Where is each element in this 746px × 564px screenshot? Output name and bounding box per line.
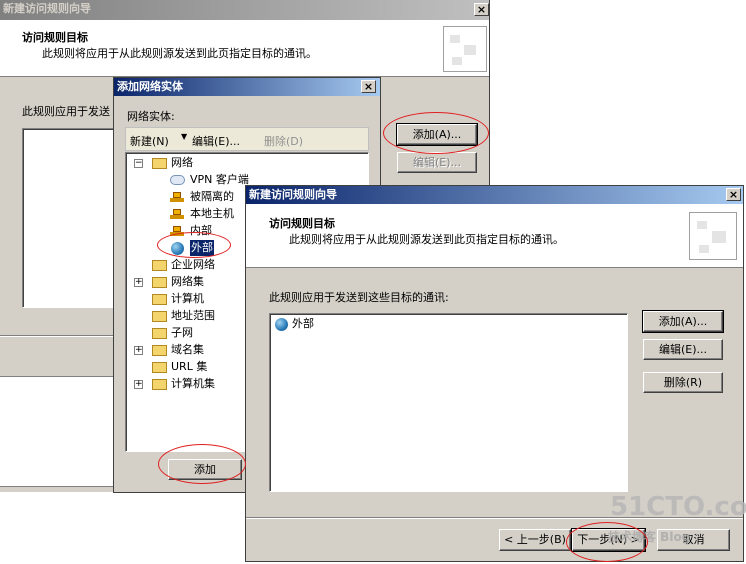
front-wizard-destination-list[interactable]: 外部 — [269, 313, 628, 492]
folder-icon — [152, 345, 167, 356]
front-wizard-close-button[interactable]: × — [726, 188, 741, 201]
folder-icon — [152, 328, 167, 339]
back-wizard-edit-button[interactable]: 编辑(E)... — [397, 152, 477, 173]
entity-toolbar: 新建(N) ▼ 编辑(E)... 删除(D) — [125, 127, 369, 151]
expand-icon[interactable]: + — [134, 380, 143, 389]
highlight-ellipse-next-button — [566, 522, 648, 562]
tree-item-label: 被隔离的 — [190, 190, 234, 203]
tree-item-label: 网络集 — [171, 275, 204, 288]
tree-item-label: 企业网络 — [171, 258, 215, 271]
back-wizard-close-button[interactable]: × — [474, 3, 489, 16]
wizard-banner-icon — [443, 26, 487, 72]
vpn-clients-icon — [170, 175, 185, 185]
network-host-icon — [170, 192, 184, 202]
back-button[interactable]: < 上一步(B) — [499, 529, 571, 551]
highlight-ellipse-add-button-back — [383, 112, 489, 154]
back-wizard-list-label: 此规则应用于发送 — [22, 105, 110, 118]
folder-icon — [152, 260, 167, 271]
front-wizard-add-button[interactable]: 添加(A)... — [642, 310, 724, 333]
tree-item-label: 域名集 — [171, 343, 204, 356]
tree-item-label: URL 集 — [171, 360, 208, 373]
folder-icon — [152, 294, 167, 305]
front-wizard-header-subtitle: 此规则将应用于从此规则源发送到此页指定目标的通讯。 — [289, 233, 564, 246]
folder-icon — [152, 362, 167, 373]
folder-icon — [152, 311, 167, 322]
highlight-ellipse-external — [157, 232, 231, 258]
tree-item-label: 本地主机 — [190, 207, 234, 220]
new-dropdown-icon[interactable]: ▼ — [181, 132, 187, 141]
close-icon: × — [728, 188, 739, 201]
tree-item-label: VPN 客户端 — [190, 173, 249, 186]
add-network-title: 添加网络实体 — [117, 80, 183, 93]
back-wizard-destination-list[interactable] — [22, 128, 122, 308]
list-item-label: 外部 — [292, 317, 314, 330]
add-network-titlebar: 添加网络实体 — [114, 78, 380, 96]
tree-item-label: 子网 — [171, 326, 193, 339]
back-wizard-titlebar: 新建访问规则向导 — [0, 0, 489, 20]
network-entity-label: 网络实体: — [127, 110, 175, 123]
back-wizard-header-title: 访问规则目标 — [22, 31, 88, 44]
add-network-close-button[interactable]: × — [361, 80, 376, 93]
watermark-logo: 51CTO.com — [610, 492, 746, 522]
front-wizard-header: 访问规则目标 此规则将应用于从此规则源发送到此页指定目标的通讯。 — [246, 204, 743, 268]
front-wizard-list-label: 此规则应用于发送到这些目标的通讯: — [269, 291, 449, 304]
back-wizard-header-subtitle: 此规则将应用于从此规则源发送到此页指定目标的通讯。 — [42, 47, 317, 60]
expand-icon[interactable]: + — [134, 278, 143, 287]
highlight-ellipse-add-button-dialog — [158, 444, 246, 484]
toolbar-edit-button[interactable]: 编辑(E)... — [192, 133, 240, 149]
back-wizard-header: 访问规则目标 此规则将应用于从此规则源发送到此页指定目标的通讯。 — [0, 20, 489, 77]
toolbar-delete-button[interactable]: 删除(D) — [264, 133, 303, 149]
globe-icon — [275, 318, 288, 331]
network-host-icon — [170, 209, 184, 219]
expand-icon[interactable]: + — [134, 346, 143, 355]
folder-icon — [152, 277, 167, 288]
back-wizard-title: 新建访问规则向导 — [3, 2, 91, 15]
front-wizard-titlebar: 新建访问规则向导 — [246, 186, 743, 204]
folder-open-icon — [152, 158, 167, 169]
wizard-banner-icon — [689, 212, 737, 260]
tree-item-label: 计算机 — [171, 292, 204, 305]
close-icon: × — [363, 80, 374, 93]
tree-item-label: 计算机集 — [171, 377, 215, 390]
tree-item-label: 网络 — [171, 156, 193, 169]
collapse-icon[interactable]: − — [134, 159, 143, 168]
toolbar-new-button[interactable]: 新建(N) — [130, 133, 169, 149]
folder-icon — [152, 379, 167, 390]
tree-item-label: 地址范围 — [171, 309, 215, 322]
front-wizard-delete-button[interactable]: 删除(R) — [643, 372, 723, 393]
front-wizard-edit-button[interactable]: 编辑(E)... — [643, 339, 723, 360]
front-wizard-title: 新建访问规则向导 — [249, 188, 337, 201]
front-wizard-header-title: 访问规则目标 — [269, 217, 335, 230]
close-icon: × — [476, 3, 487, 16]
